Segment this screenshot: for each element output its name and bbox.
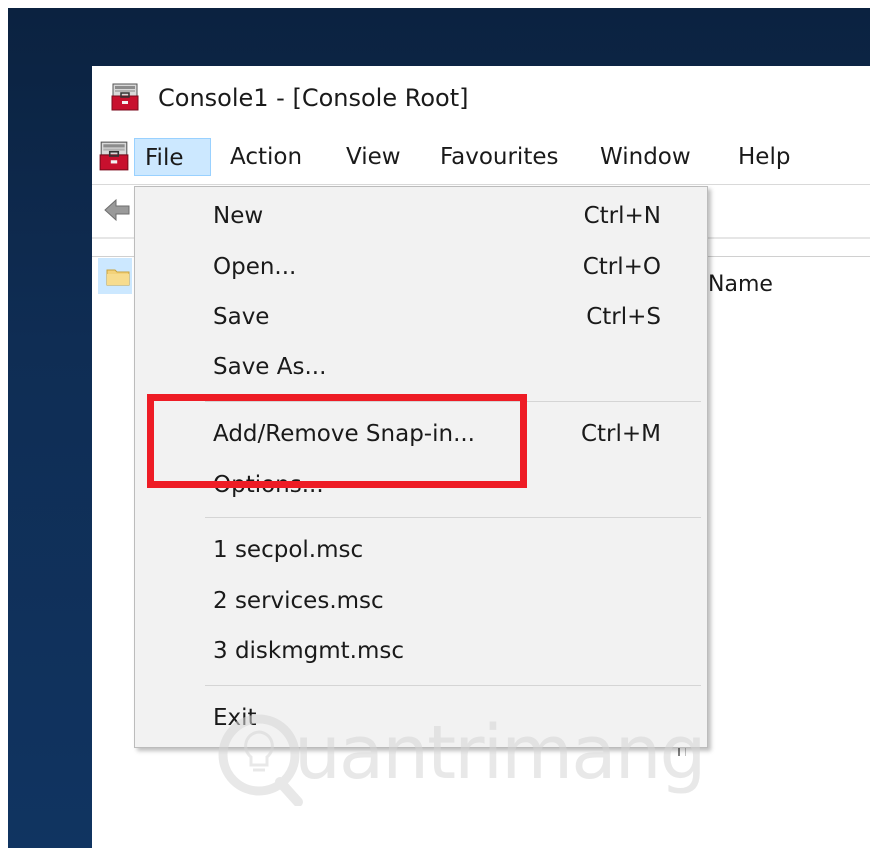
menu-item-label: 2 services.msc — [213, 588, 384, 614]
watermark-text: uantrimang — [294, 710, 706, 796]
folder-icon — [106, 269, 130, 286]
menu-item-save[interactable]: Save Ctrl+S — [135, 293, 707, 341]
tree-item-console-root[interactable] — [98, 258, 132, 294]
menu-item-shortcut: Ctrl+M — [580, 421, 661, 447]
mmc-toolbox-icon[interactable] — [98, 140, 130, 172]
menu-help[interactable]: Help — [728, 138, 800, 176]
menu-view[interactable]: View — [336, 138, 411, 176]
annotation-highlight-box — [147, 394, 527, 488]
menu-item-label: 3 diskmgmt.msc — [213, 638, 405, 664]
menu-item-recent-services[interactable]: 2 services.msc — [135, 577, 707, 625]
lightbulb-icon — [218, 714, 303, 806]
menu-item-recent-secpol[interactable]: 1 secpol.msc — [135, 526, 707, 574]
menu-window[interactable]: Window — [590, 138, 701, 176]
menu-item-save-as[interactable]: Save As... — [135, 343, 707, 391]
menu-item-label: 1 secpol.msc — [213, 537, 364, 563]
menu-bar: File Action View Favourites Window Help — [92, 132, 870, 184]
title-bar: Console1 - [Console Root] — [92, 66, 870, 130]
menu-item-recent-diskmgmt[interactable]: 3 diskmgmt.msc — [135, 627, 707, 675]
menu-separator — [205, 517, 701, 518]
column-header-name[interactable]: Name — [708, 272, 773, 297]
mmc-toolbox-icon — [111, 83, 139, 111]
menu-item-new[interactable]: New Ctrl+N — [135, 192, 707, 240]
back-arrow-icon[interactable] — [102, 195, 132, 225]
menu-file[interactable]: File — [134, 138, 211, 176]
menu-item-label: New — [213, 203, 264, 229]
menu-item-shortcut: Ctrl+S — [586, 304, 661, 330]
menu-item-shortcut: Ctrl+O — [582, 254, 661, 280]
window-title: Console1 - [Console Root] — [158, 84, 469, 112]
menu-item-label: Save — [213, 304, 270, 330]
watermark: uantrimang — [214, 700, 724, 820]
menu-item-open[interactable]: Open... Ctrl+O — [135, 243, 707, 291]
menu-item-label: Open... — [213, 254, 297, 280]
menu-item-label: Save As... — [213, 354, 327, 380]
menu-item-shortcut: Ctrl+N — [583, 203, 661, 229]
menu-separator — [205, 685, 701, 686]
menu-action[interactable]: Action — [220, 138, 312, 176]
menu-favourites[interactable]: Favourites — [430, 138, 568, 176]
